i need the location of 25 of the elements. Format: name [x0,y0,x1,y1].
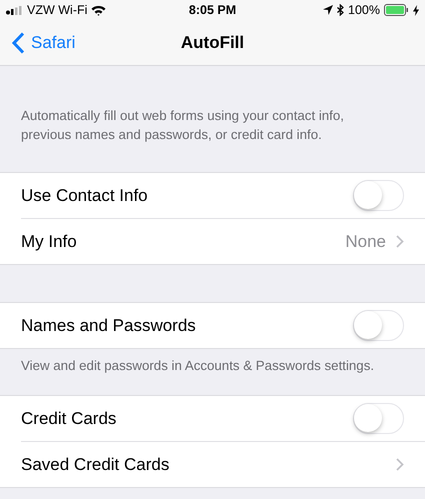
description-text: Automatically fill out web forms using your contact info, previous names and passwords, or credit card info. [20,107,345,144]
battery-percent: 100% [348,3,380,17]
row-label: Use Contact Info [21,186,148,206]
row-value: None [345,232,386,252]
row-label: My Info [21,232,77,252]
chevron-right-icon[interactable] [396,458,404,471]
charging-icon [413,4,419,16]
wifi-icon [91,4,106,16]
row-label: Credit Cards [21,408,116,428]
row-label: Names and Passwords [21,316,196,336]
clock-time: 8:05 PM [188,3,236,17]
chevron-left-icon [12,32,25,54]
toggle-switch[interactable] [353,310,404,341]
signal-icon [6,6,23,14]
carrier-label: VZW Wi-Fi [27,3,88,17]
toggle-switch[interactable] [353,403,404,434]
bluetooth-icon [337,4,344,16]
battery-icon [384,4,409,16]
toggle-switch[interactable] [353,180,404,211]
back-button[interactable]: Safari [0,32,76,54]
chevron-right-icon[interactable] [396,235,404,248]
footer-note: View and edit passwords in Accounts & Passwords settings. [20,357,376,375]
page-title: AutoFill [180,32,244,52]
location-icon [323,5,334,15]
row-label: Saved Credit Cards [21,454,170,474]
